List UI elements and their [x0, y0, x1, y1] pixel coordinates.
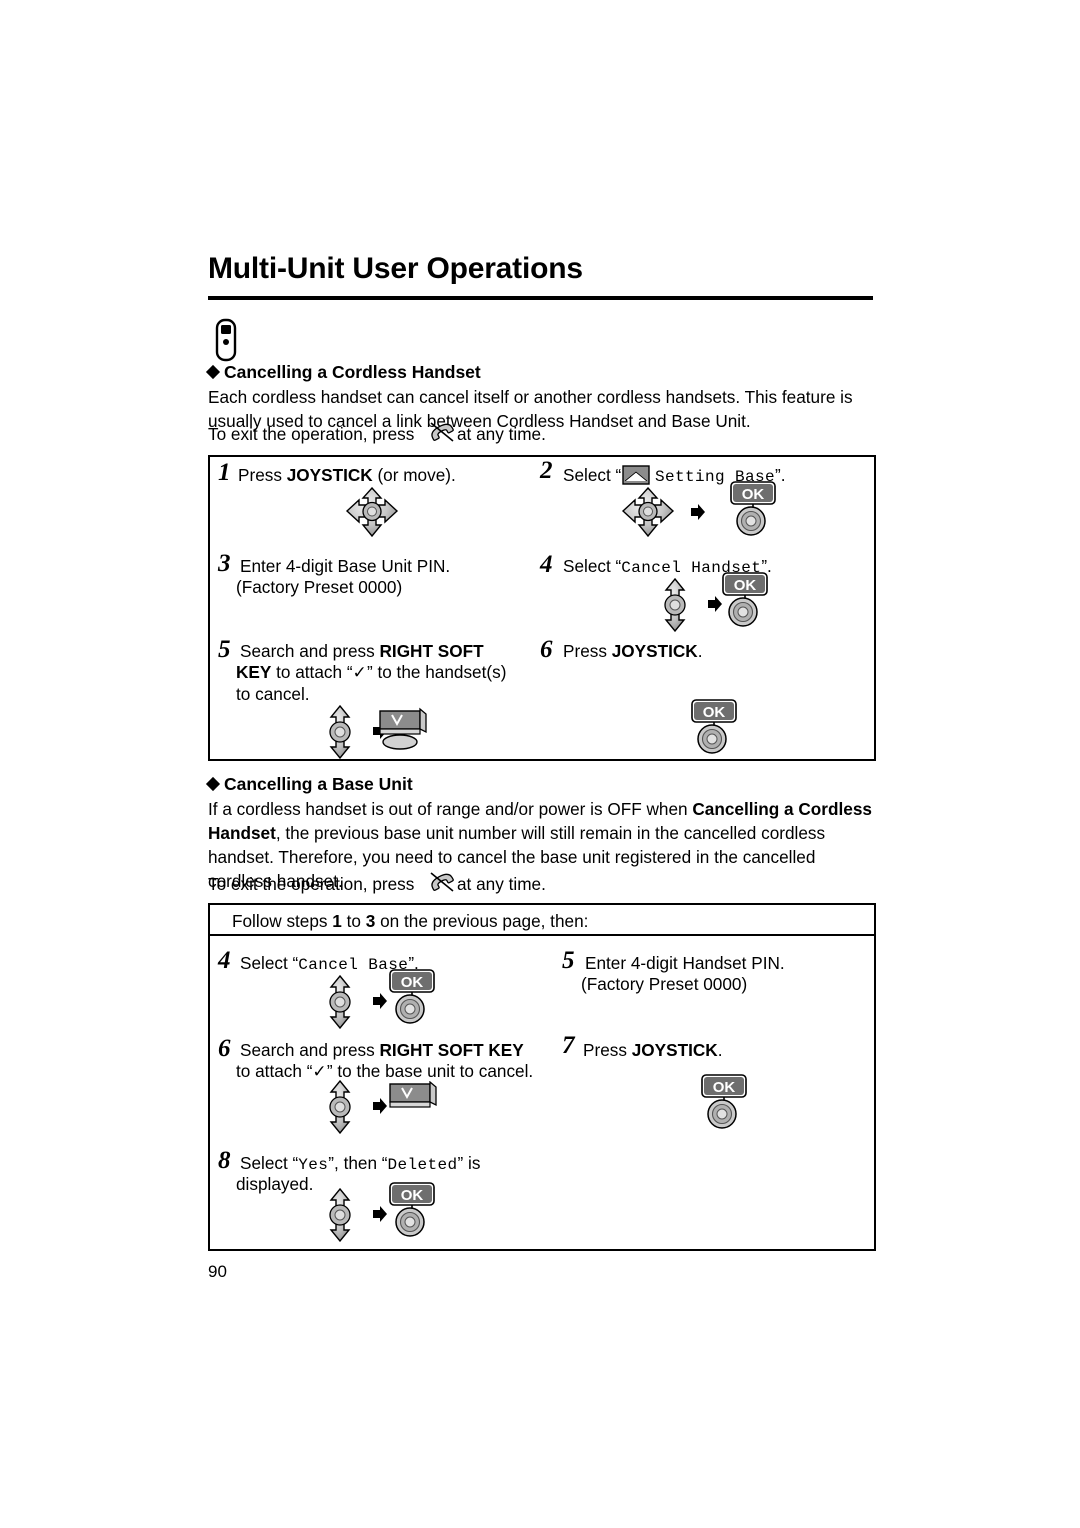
- svg-text:OK: OK: [742, 486, 765, 503]
- handset-icon: [210, 318, 244, 362]
- phone-off-icon: [428, 870, 456, 899]
- ok-button-icon: OK: [684, 698, 740, 759]
- heading-text: Cancelling a Base Unit: [224, 774, 413, 794]
- step-text-2: Select “: [563, 465, 622, 485]
- section1-exit-suffix: at any time.: [457, 424, 546, 444]
- step-number: 4: [540, 551, 553, 578]
- bullet-diamond-icon: [205, 364, 221, 380]
- section2-exit-suffix: at any time.: [457, 874, 546, 894]
- phone-off-icon: [428, 420, 456, 449]
- step-text-3-line2: (Factory Preset 0000): [236, 577, 403, 597]
- follow-steps-text: Follow steps 1 to 3 on the previous page…: [232, 911, 589, 931]
- joystick-icon: [315, 974, 365, 1034]
- section-heading-cancel-handset: Cancelling a Cordless Handset: [205, 362, 481, 383]
- arrow-right-icon: [372, 1097, 388, 1119]
- step-number: 1: [218, 459, 231, 486]
- step-number: 4: [218, 947, 231, 974]
- page-title: Multi-Unit User Operations: [208, 252, 583, 285]
- section1-exit-text: To exit the operation, press: [208, 424, 415, 444]
- box-divider: [208, 934, 876, 936]
- ok-button-icon: OK: [382, 968, 438, 1029]
- step-number: 2: [540, 457, 553, 484]
- step-text-b5-line1: Enter 4-digit Handset PIN.: [585, 953, 785, 973]
- joystick-icon: [341, 486, 403, 544]
- page-number: 90: [208, 1262, 227, 1281]
- bullet-diamond-icon: [205, 776, 221, 792]
- svg-text:OK: OK: [401, 1187, 424, 1204]
- step-text-1: Press JOYSTICK (or move).: [238, 465, 456, 485]
- step-text-3-line1: Enter 4-digit Base Unit PIN.: [240, 556, 451, 576]
- step-text-5-line2: KEY to attach “✓” to the handset(s): [236, 662, 507, 682]
- svg-text:OK: OK: [703, 704, 726, 721]
- joystick-icon: [315, 1187, 365, 1247]
- step-number: 5: [218, 636, 231, 663]
- svg-text:OK: OK: [401, 974, 424, 991]
- heading-prefix: Cancelling a: [224, 362, 332, 382]
- svg-text:OK: OK: [713, 1079, 736, 1096]
- step-text-6: Press JOYSTICK.: [563, 641, 703, 661]
- section-heading-cancel-base: Cancelling a Base Unit: [205, 774, 413, 795]
- heading-rest: Cordless Handset: [331, 362, 481, 382]
- joystick-icon: [315, 704, 365, 764]
- arrow-right-icon: [690, 503, 706, 525]
- step-text-b6-line1: Search and press RIGHT SOFT KEY: [240, 1040, 524, 1060]
- ok-button-icon: OK: [382, 1181, 438, 1242]
- soft-key-icon: [378, 706, 434, 761]
- step-number: 7: [562, 1032, 575, 1059]
- step-text-b6-line2: to attach “✓” to the base unit to cancel…: [236, 1061, 534, 1081]
- section2-exit-text: To exit the operation, press: [208, 874, 415, 894]
- ok-button-icon: OK: [715, 571, 771, 632]
- step-number: 8: [218, 1147, 231, 1174]
- step-text-b8-line2: displayed.: [236, 1174, 314, 1194]
- joystick-icon: [650, 577, 700, 637]
- ok-button-icon: OK: [694, 1073, 750, 1134]
- step-number: 6: [540, 636, 553, 663]
- soft-key-icon: [388, 1080, 444, 1132]
- step-number: 6: [218, 1035, 231, 1062]
- step-text-b7: Press JOYSTICK.: [583, 1040, 723, 1060]
- svg-text:OK: OK: [734, 577, 757, 594]
- ok-button-icon: OK: [723, 480, 779, 541]
- joystick-icon: [617, 486, 679, 544]
- step-text-b5-line2: (Factory Preset 0000): [581, 974, 748, 994]
- step-text-5-line1: Search and press RIGHT SOFT: [240, 641, 484, 661]
- step-number: 5: [562, 947, 575, 974]
- title-divider: [208, 296, 873, 300]
- joystick-icon: [315, 1079, 365, 1139]
- step-text-5-line3: to cancel.: [236, 684, 310, 704]
- step-number: 3: [218, 550, 231, 577]
- document-page: Multi-Unit User Operations Cancelling a …: [0, 0, 1080, 1528]
